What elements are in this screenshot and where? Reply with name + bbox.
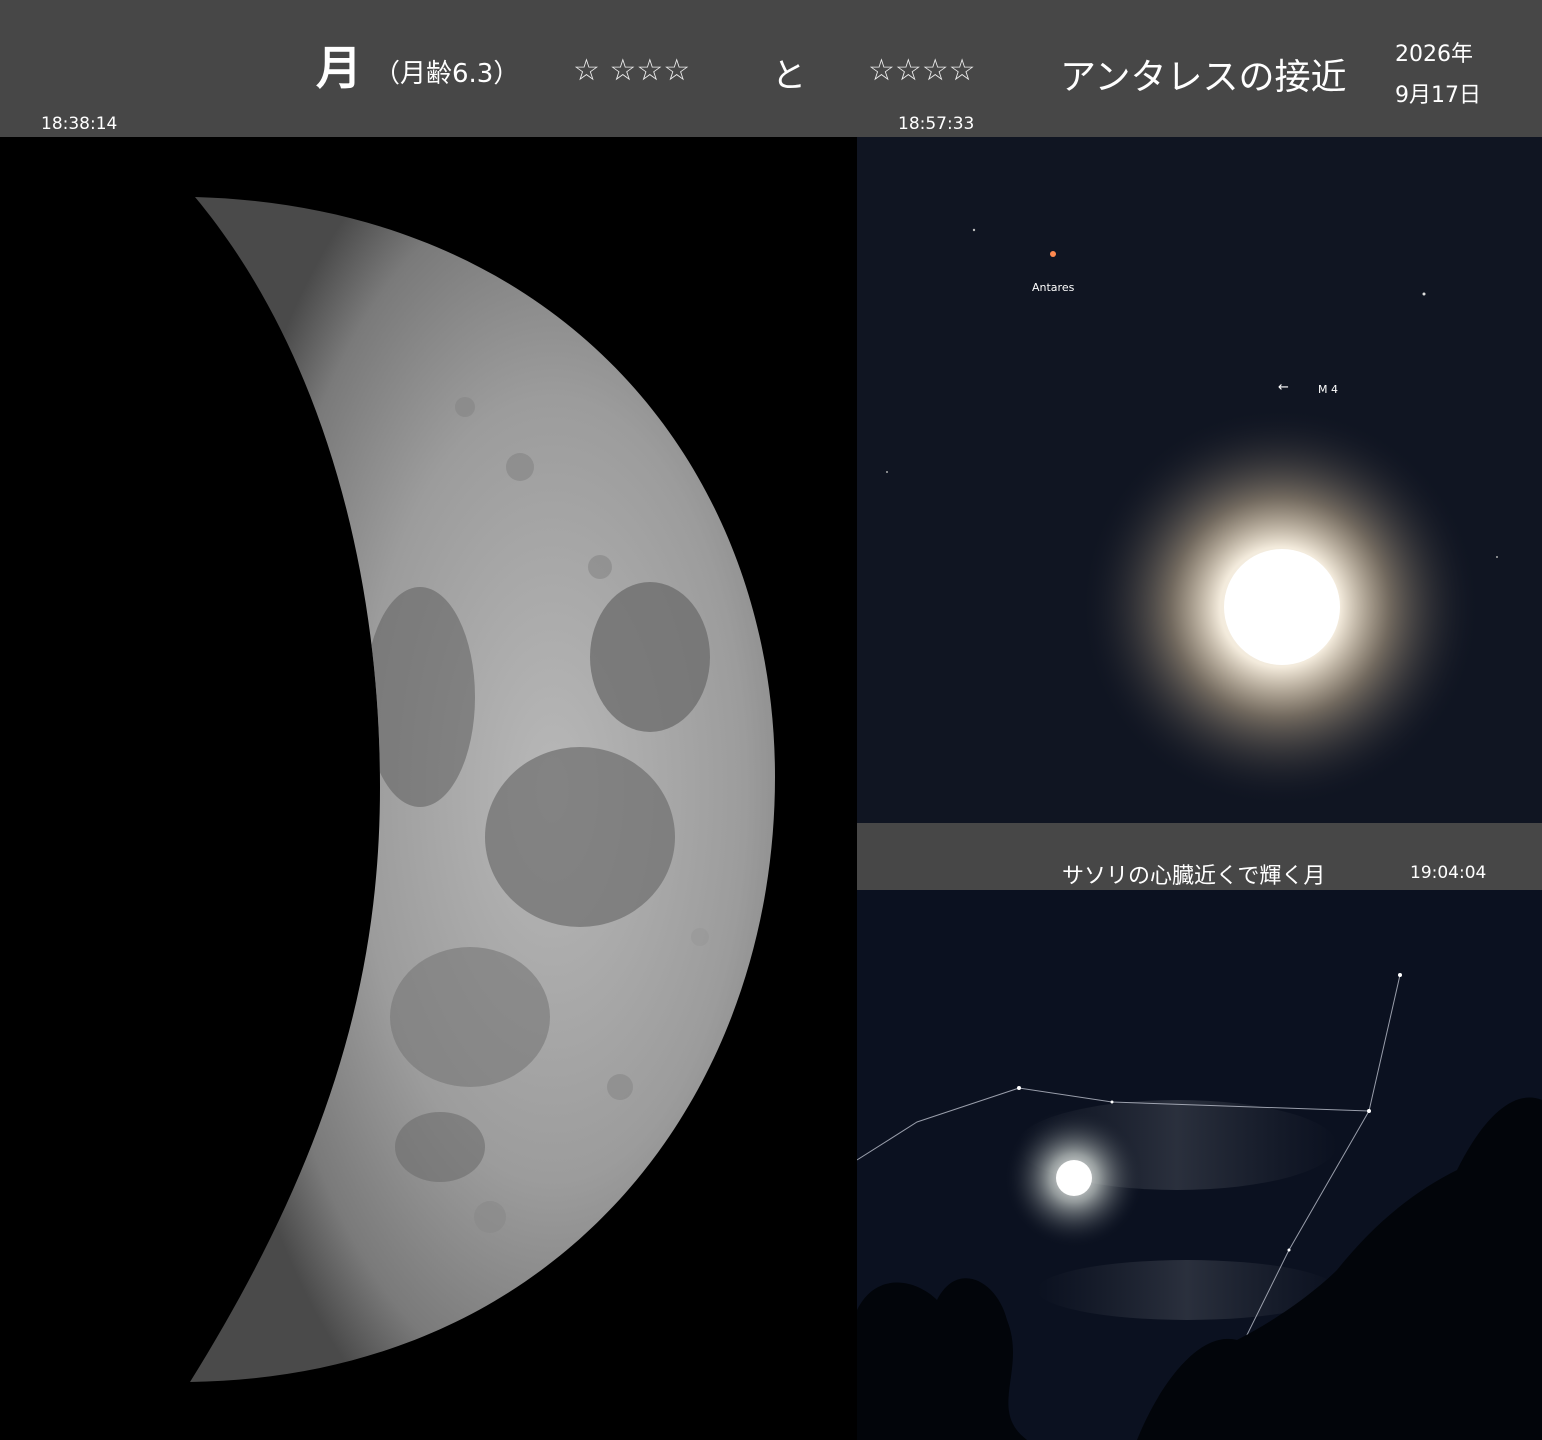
star xyxy=(1496,556,1498,558)
star xyxy=(886,471,888,473)
moon-age: （月齢6.3） xyxy=(374,59,520,89)
tree-silhouette xyxy=(857,1278,1027,1440)
caption-scorpio: サソリの心臓近くで輝く月 xyxy=(1062,864,1326,889)
title-moon: 月 xyxy=(316,41,362,95)
m4-label: M 4 xyxy=(1318,383,1338,396)
rating-antares: ☆☆☆☆ xyxy=(868,53,976,88)
time-bottom-right-photo: 19:04:04 xyxy=(1410,863,1487,883)
moon-disc xyxy=(1056,1160,1092,1196)
moon-disc xyxy=(1224,549,1340,665)
conjunction-word: と xyxy=(772,56,806,96)
star xyxy=(1367,1109,1371,1113)
star xyxy=(1287,1248,1291,1252)
scorpius-photo xyxy=(857,890,1542,1440)
m4-arrow: ← xyxy=(1278,380,1289,395)
time-left-photo: 18:38:14 xyxy=(41,114,118,134)
date-year: 2026年 xyxy=(1395,42,1473,67)
time-top-right-photo: 18:57:33 xyxy=(898,114,975,134)
moon-photo xyxy=(0,137,855,1440)
antares-star xyxy=(1050,251,1056,257)
star xyxy=(1422,292,1426,296)
event-title: アンタレスの接近 xyxy=(1060,57,1347,98)
date-day: 9月17日 xyxy=(1395,83,1481,108)
sky-antares xyxy=(886,228,1498,807)
antares-label: Antares xyxy=(1032,281,1075,294)
antares-photo: Antares ← M 4 xyxy=(857,137,1542,823)
star xyxy=(1017,1086,1021,1090)
sky-scorpius xyxy=(857,973,1542,1440)
star xyxy=(1398,973,1402,977)
star xyxy=(972,228,976,232)
rating-moon: ☆ ☆☆☆ xyxy=(573,53,691,88)
star xyxy=(1110,1100,1114,1104)
moon-crescent xyxy=(190,197,775,1382)
